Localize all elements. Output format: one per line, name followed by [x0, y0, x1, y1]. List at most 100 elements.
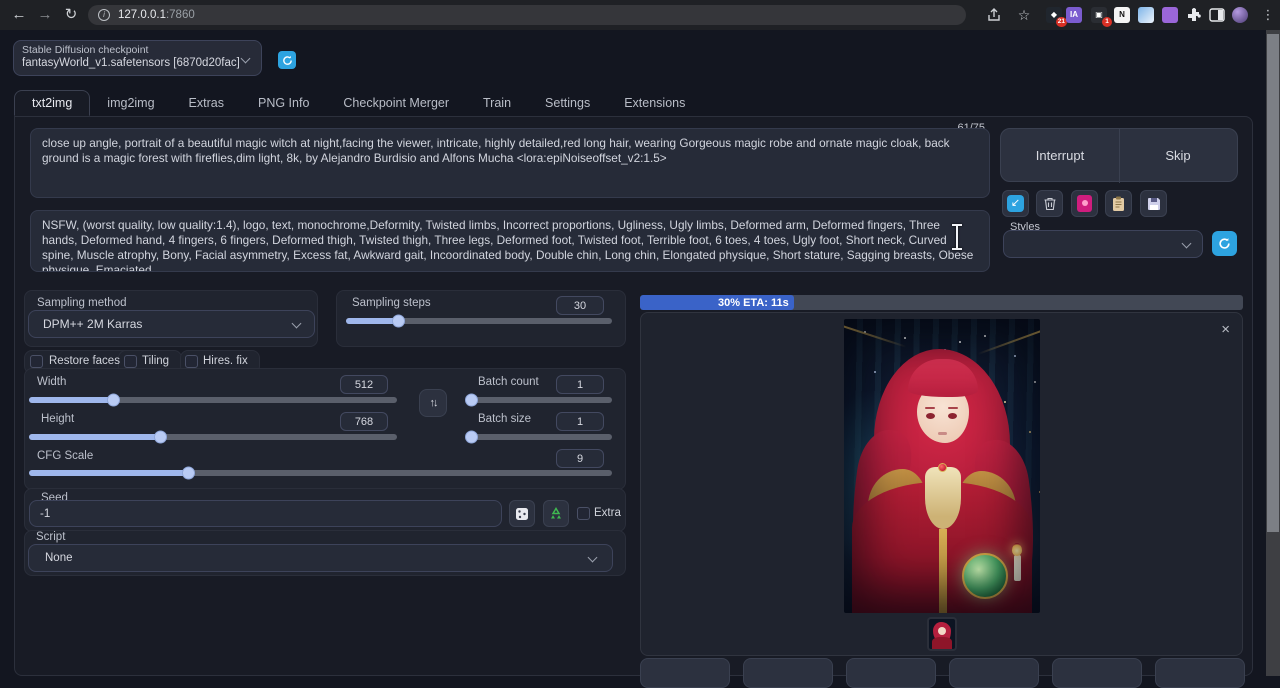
gallery-action-button[interactable] [1052, 658, 1142, 688]
cfg-scale-slider[interactable] [29, 470, 612, 476]
tab-extras[interactable]: Extras [172, 91, 241, 115]
swap-arrows-icon: ↑↓ [430, 397, 437, 409]
prompt-textarea[interactable]: close up angle, portrait of a beautiful … [30, 128, 990, 198]
browser-forward-button[interactable]: → [34, 4, 56, 26]
progress-fill: 30% ETA: 11s [640, 295, 794, 310]
restore-faces-checkbox[interactable] [30, 355, 43, 368]
seed-input[interactable] [29, 500, 502, 527]
script-dropdown[interactable]: None [28, 544, 613, 572]
checkpoint-label: Stable Diffusion checkpoint [22, 44, 148, 56]
interrupt-button[interactable]: Interrupt [1001, 129, 1120, 183]
width-input[interactable] [340, 375, 388, 394]
url-host: 127.0.0.1 [118, 9, 166, 21]
extension-counter-icon[interactable]: ◆21 [1046, 7, 1062, 23]
styles-refresh-button[interactable] [1212, 231, 1237, 256]
scrollbar-thumb[interactable] [1267, 34, 1279, 532]
extension-blue-icon[interactable] [1138, 7, 1154, 23]
gallery-action-button[interactable] [846, 658, 936, 688]
sampling-steps-label: Sampling steps [352, 297, 431, 309]
tab-train[interactable]: Train [466, 91, 528, 115]
hires-fix-checkbox[interactable] [185, 355, 198, 368]
slider-handle[interactable] [107, 394, 120, 407]
tab-img2img[interactable]: img2img [90, 91, 171, 115]
slider-handle[interactable] [465, 431, 478, 444]
bookmark-star-icon[interactable]: ☆ [1013, 4, 1035, 26]
sampling-method-dropdown[interactable]: DPM++ 2M Karras [28, 310, 315, 338]
gallery-thumbnail[interactable] [927, 617, 957, 651]
dice-icon [515, 507, 529, 521]
main-tabs: txt2img img2img Extras PNG Info Checkpoi… [14, 89, 702, 117]
browser-back-button[interactable]: ← [8, 4, 30, 26]
close-preview-icon[interactable]: × [1221, 323, 1230, 337]
refresh-icon [282, 55, 293, 66]
slider-handle[interactable] [154, 431, 167, 444]
skip-button[interactable]: Skip [1119, 129, 1237, 183]
styles-dropdown[interactable] [1003, 230, 1203, 258]
batch-count-label: Batch count [478, 376, 539, 388]
checkpoint-refresh-button[interactable] [278, 51, 296, 69]
extension-mail-icon[interactable]: ▣1 [1091, 7, 1107, 23]
tab-settings[interactable]: Settings [528, 91, 607, 115]
cfg-scale-input[interactable] [556, 449, 604, 468]
extension-purple-icon[interactable] [1162, 7, 1178, 23]
batch-count-input[interactable] [556, 375, 604, 394]
slider-handle[interactable] [465, 394, 478, 407]
apply-style-button[interactable] [1105, 190, 1132, 217]
extra-networks-card-icon [1077, 195, 1092, 212]
tab-extensions[interactable]: Extensions [607, 91, 702, 115]
text-cursor [951, 224, 963, 250]
generated-image[interactable] [844, 319, 1040, 613]
hires-fix-label: Hires. fix [203, 355, 248, 367]
tab-checkpoint-merger[interactable]: Checkpoint Merger [326, 91, 466, 115]
height-input[interactable] [340, 412, 388, 431]
output-gallery: × [640, 312, 1243, 656]
sampling-method-label: Sampling method [37, 297, 127, 309]
thumbnail-image [929, 619, 955, 649]
sidebar-toggle-icon[interactable] [1209, 7, 1225, 23]
save-style-button[interactable] [1140, 190, 1167, 217]
width-label: Width [37, 376, 66, 388]
site-info-icon[interactable]: i [98, 9, 110, 21]
clear-prompt-button[interactable] [1036, 190, 1063, 217]
recycle-icon [549, 507, 563, 521]
extension-notion-icon[interactable]: N [1114, 7, 1130, 23]
extra-networks-button[interactable] [1071, 190, 1098, 217]
batch-size-slider[interactable] [466, 434, 612, 440]
checkpoint-dropdown[interactable]: Stable Diffusion checkpoint fantasyWorld… [13, 40, 262, 76]
negative-prompt-textarea[interactable]: NSFW, (worst quality, low quality:1.4), … [30, 210, 990, 272]
sampling-steps-slider[interactable] [346, 318, 612, 324]
gallery-actions-row [640, 658, 1245, 688]
gallery-action-button[interactable] [640, 658, 730, 688]
batch-count-slider[interactable] [466, 397, 612, 403]
slider-handle[interactable] [392, 315, 405, 328]
sampling-steps-input[interactable] [556, 296, 604, 315]
profile-avatar[interactable] [1232, 7, 1248, 23]
tab-png-info[interactable]: PNG Info [241, 91, 326, 115]
gallery-action-button[interactable] [1155, 658, 1245, 688]
browser-menu-icon[interactable]: ⋮ [1257, 4, 1279, 26]
gallery-action-button[interactable] [949, 658, 1039, 688]
browser-address-bar[interactable]: i 127.0.0.1:7860 [88, 5, 966, 25]
extra-seed-checkbox[interactable] [577, 507, 590, 520]
slider-handle[interactable] [182, 467, 195, 480]
chevron-down-icon [292, 319, 302, 329]
tab-txt2img[interactable]: txt2img [14, 90, 90, 116]
share-icon[interactable] [986, 7, 1002, 23]
height-slider[interactable] [29, 434, 397, 440]
tiling-label: Tiling [142, 355, 169, 367]
checkpoint-value: fantasyWorld_v1.safetensors [6870d20fac] [22, 57, 240, 69]
browser-reload-button[interactable]: ↻ [60, 4, 82, 26]
paste-params-button[interactable]: ↙ [1002, 190, 1029, 217]
tiling-checkbox[interactable] [124, 355, 137, 368]
extensions-puzzle-icon[interactable] [1186, 7, 1202, 23]
swap-dimensions-button[interactable]: ↑↓ [419, 389, 447, 417]
batch-size-input[interactable] [556, 412, 604, 431]
progress-label: 30% ETA: 11s [718, 297, 789, 309]
gallery-action-button[interactable] [743, 658, 833, 688]
width-slider[interactable] [29, 397, 397, 403]
trash-icon [1043, 196, 1057, 211]
random-seed-button[interactable] [509, 500, 535, 527]
reuse-seed-button[interactable] [543, 500, 569, 527]
extension-ia-icon[interactable]: IA [1066, 7, 1082, 23]
chevron-down-icon [241, 54, 251, 64]
